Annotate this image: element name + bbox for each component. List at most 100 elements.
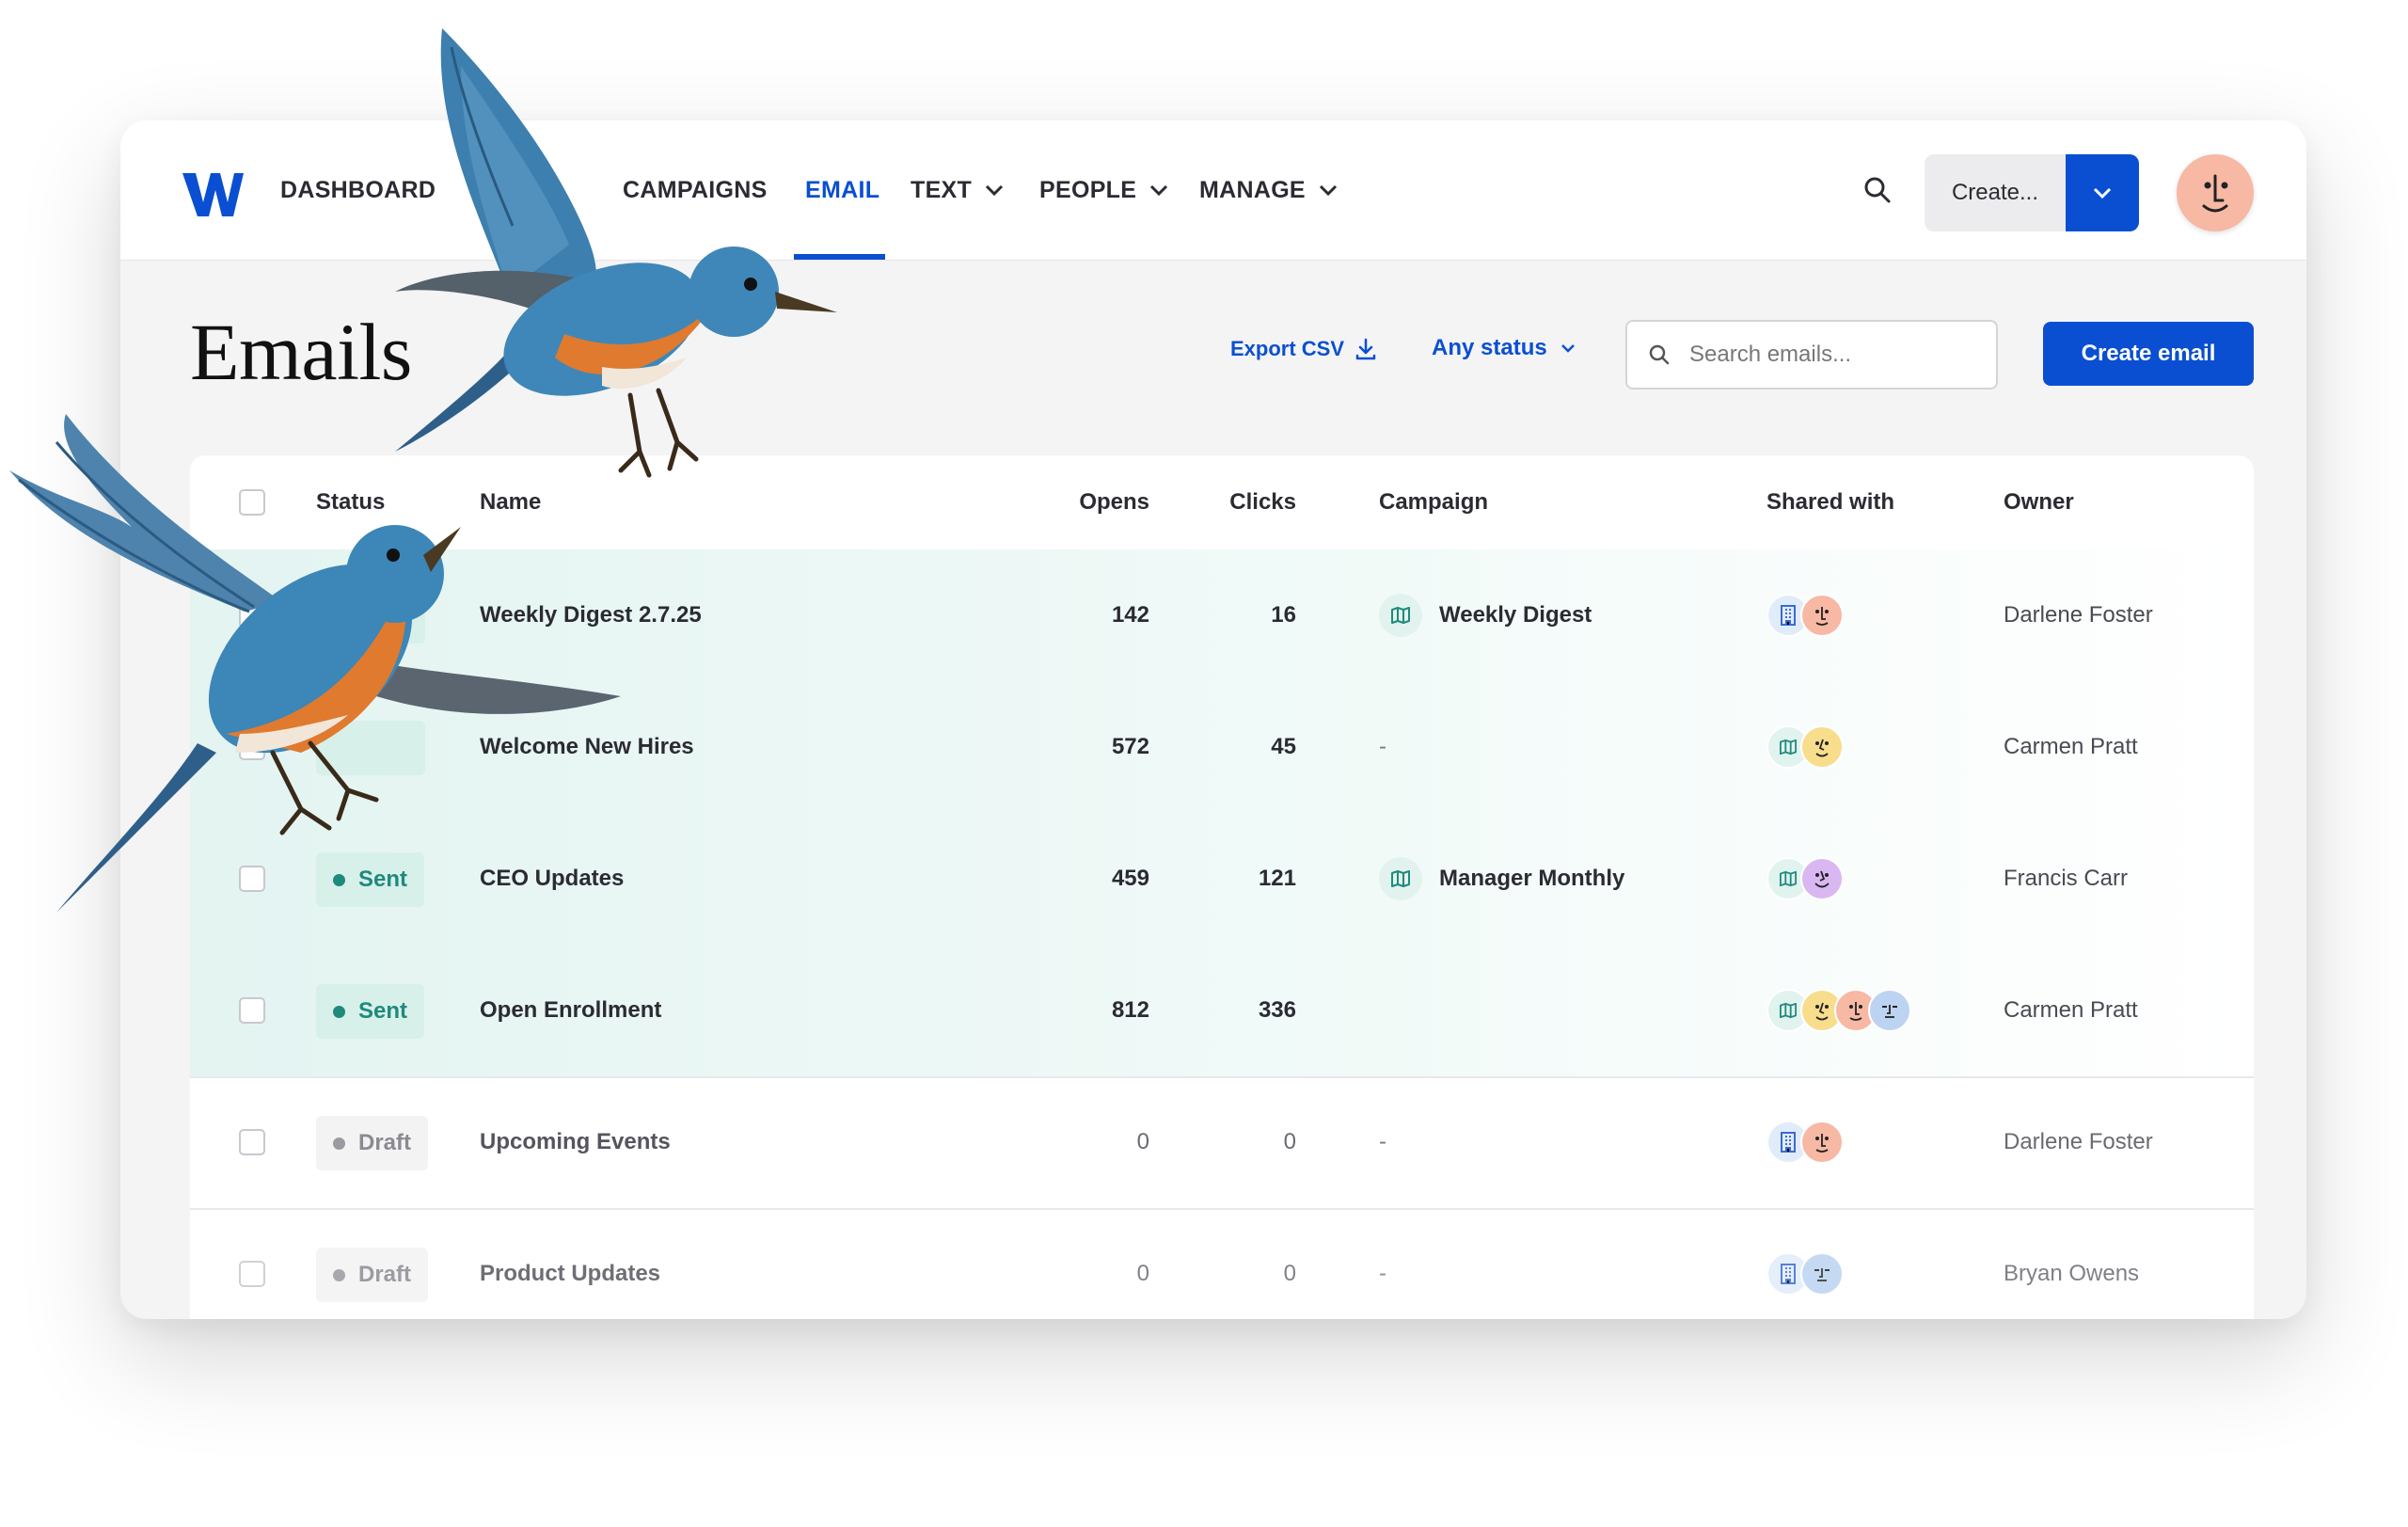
table-row[interactable]: Weekly Digest 2.7.25 142 16 Weekly Diges…	[190, 549, 2254, 683]
status-badge-label: Sent	[358, 998, 408, 1024]
status-badge	[316, 721, 425, 775]
status-dot	[333, 1268, 345, 1281]
table-row[interactable]: Draft Upcoming Events 0 0 - Darlene Fost…	[190, 1076, 2254, 1210]
table-row[interactable]: Draft Product Updates 0 0 - Bryan Owens	[190, 1208, 2254, 1319]
nav-email[interactable]: EMAIL	[805, 120, 879, 260]
campaign-label: Manager Monthly	[1439, 866, 1625, 891]
shared-with	[1766, 1076, 1844, 1208]
col-name[interactable]: Name	[480, 455, 541, 549]
col-shared-with[interactable]: Shared with	[1766, 455, 1894, 549]
status-filter-dropdown[interactable]: Any status	[1432, 335, 1576, 361]
email-name[interactable]: Welcome New Hires	[480, 681, 694, 813]
select-all-checkbox[interactable]	[239, 489, 265, 516]
table-row[interactable]: Sent Open Enrollment 812 336 Carmen Prat…	[190, 945, 2254, 1078]
status-badge: Draft	[316, 1116, 429, 1170]
status-badge: Sent	[316, 984, 425, 1039]
email-name[interactable]: Product Updates	[480, 1208, 660, 1319]
status-badge: Sent	[316, 852, 425, 907]
create-split-button: Create...	[1925, 154, 2139, 231]
create-email-label: Create email	[2081, 341, 2216, 366]
email-name[interactable]: Upcoming Events	[480, 1076, 671, 1208]
nav-dashboard[interactable]: DASHBOARD	[280, 120, 436, 260]
shared-with	[1766, 549, 1844, 681]
chevron-down-icon	[986, 184, 1004, 196]
col-status[interactable]: Status	[316, 455, 385, 549]
col-campaign[interactable]: Campaign	[1379, 455, 1488, 549]
campaign-empty: -	[1379, 1129, 1386, 1154]
global-search-button[interactable]	[1849, 162, 1906, 218]
col-owner[interactable]: Owner	[2004, 455, 2074, 549]
campaign-label: Weekly Digest	[1439, 602, 1592, 628]
create-button[interactable]: Create...	[1925, 154, 2066, 231]
campaign-link[interactable]: Weekly Digest	[1379, 549, 1592, 681]
nav-campaigns-label: CAMPAIGNS	[623, 176, 768, 203]
avatar[interactable]	[2177, 154, 2254, 231]
col-clicks[interactable]: Clicks	[1112, 455, 1296, 549]
download-icon	[1355, 338, 1376, 360]
create-email-button[interactable]: Create email	[2043, 322, 2254, 386]
email-name[interactable]: Weekly Digest 2.7.25	[480, 549, 702, 681]
status-dot	[333, 1005, 345, 1018]
status-dot	[333, 1137, 345, 1150]
email-name[interactable]: CEO Updates	[480, 813, 624, 945]
campaign-link[interactable]: Manager Monthly	[1379, 813, 1624, 945]
search-emails-field	[1625, 320, 1998, 390]
app-window: DASHBOARD CAMPAIGNS EMAIL TEXT PEOPLE MA…	[120, 120, 2306, 1319]
row-checkbox[interactable]	[239, 1261, 265, 1287]
chevron-down-icon	[1560, 344, 1575, 353]
campaign-flag-icon	[1379, 857, 1422, 900]
person-avatar-icon	[1800, 1121, 1844, 1164]
person-avatar-icon	[1800, 857, 1844, 900]
app-logo[interactable]	[181, 171, 245, 218]
export-csv-link[interactable]: Export CSV	[1230, 337, 1378, 361]
page-title: Emails	[190, 307, 412, 397]
clicks-value: 121	[1258, 866, 1296, 891]
table-row[interactable]: Sent CEO Updates 459 121 Manager Monthly…	[190, 813, 2254, 946]
nav-text-label: TEXT	[911, 176, 973, 203]
owner-name: Darlene Foster	[2004, 602, 2153, 628]
row-checkbox[interactable]	[239, 997, 265, 1024]
status-badge-label: Draft	[358, 1130, 412, 1155]
shared-with	[1766, 813, 1844, 945]
status-badge-label: Sent	[358, 867, 408, 892]
chevron-down-icon	[1319, 184, 1337, 196]
nav-people-label: PEOPLE	[1039, 176, 1137, 203]
owner-name: Francis Carr	[2004, 866, 2129, 891]
nav-manage-label: MANAGE	[1199, 176, 1306, 203]
owner-name: Carmen Pratt	[2004, 997, 2138, 1023]
campaign-flag-icon	[1379, 594, 1422, 637]
status-filter-label: Any status	[1432, 335, 1547, 360]
create-dropdown-button[interactable]	[2066, 154, 2139, 231]
row-checkbox[interactable]	[239, 734, 265, 760]
table-header: Status Name Opens Clicks Campaign Shared…	[190, 455, 2254, 551]
person-avatar-icon	[1800, 1252, 1844, 1296]
chevron-down-icon	[2093, 187, 2112, 199]
campaign-empty: -	[1379, 1261, 1386, 1286]
top-nav: DASHBOARD CAMPAIGNS EMAIL TEXT PEOPLE MA…	[120, 120, 2306, 261]
shared-with	[1766, 681, 1844, 813]
row-checkbox[interactable]	[239, 1129, 265, 1155]
email-name[interactable]: Open Enrollment	[480, 945, 661, 1076]
nav-email-label: EMAIL	[805, 176, 880, 203]
owner-name: Bryan Owens	[2004, 1261, 2140, 1286]
person-avatar-icon	[1800, 725, 1844, 769]
search-input[interactable]	[1687, 341, 1973, 369]
nav-text[interactable]: TEXT	[911, 120, 1004, 260]
clicks-value: 336	[1258, 997, 1296, 1023]
export-csv-label: Export CSV	[1230, 337, 1345, 360]
row-checkbox[interactable]	[239, 866, 265, 892]
clicks-value: 0	[1283, 1129, 1296, 1154]
person-avatar-icon	[1868, 989, 1911, 1032]
create-button-label: Create...	[1951, 180, 2039, 205]
row-checkbox[interactable]	[239, 602, 265, 628]
table-row[interactable]: Welcome New Hires 572 45 - Carmen Pratt	[190, 681, 2254, 815]
owner-name: Darlene Foster	[2004, 1129, 2153, 1154]
emails-table: Status Name Opens Clicks Campaign Shared…	[190, 455, 2254, 1319]
shared-with	[1766, 1208, 1844, 1319]
status-dot	[333, 873, 345, 886]
campaign-empty: -	[1379, 734, 1386, 759]
nav-campaigns[interactable]: CAMPAIGNS	[623, 120, 768, 260]
person-avatar-icon	[1800, 594, 1844, 637]
nav-manage[interactable]: MANAGE	[1199, 120, 1338, 260]
nav-people[interactable]: PEOPLE	[1039, 120, 1168, 260]
